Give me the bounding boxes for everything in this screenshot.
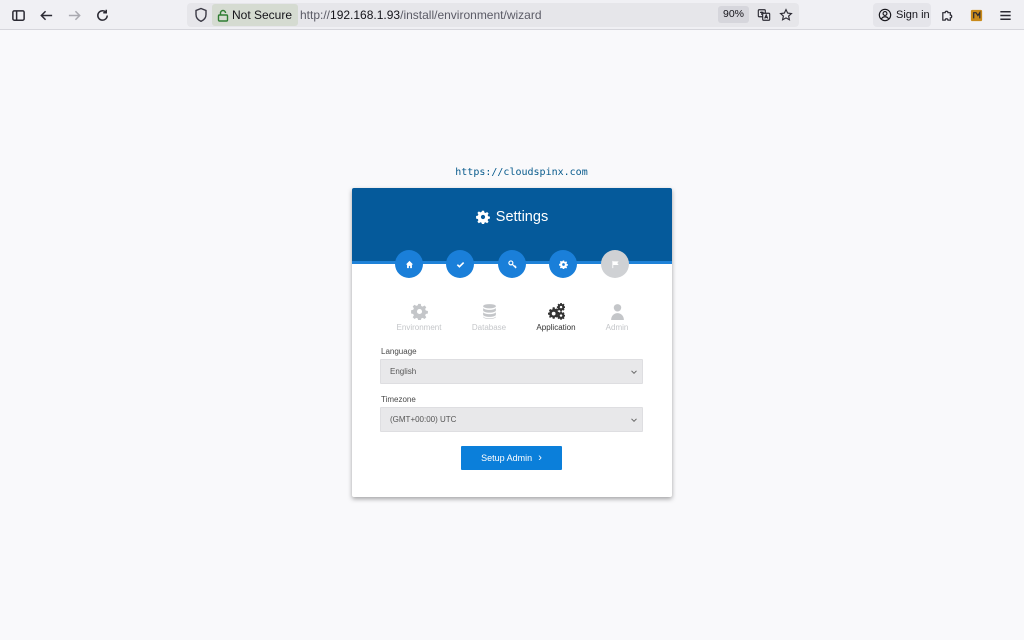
user-icon <box>610 303 624 320</box>
step-finish <box>601 250 629 278</box>
step-settings <box>549 250 577 278</box>
language-value: English <box>390 367 417 376</box>
tab-database[interactable]: Database <box>453 301 525 332</box>
url-path: /install/environment/wizard <box>400 8 542 22</box>
watermark-text: https://cloudspinx.com <box>455 167 588 178</box>
timezone-value: (GMT+00:00) UTC <box>390 415 457 424</box>
extensions-icon[interactable] <box>937 5 957 25</box>
tab-label: Database <box>471 323 507 332</box>
tracking-protection-icon[interactable] <box>193 7 209 23</box>
step-permissions <box>498 250 526 278</box>
flag-icon <box>611 260 619 268</box>
security-label: Not Secure <box>232 8 293 22</box>
gear-icon <box>558 259 568 269</box>
setup-admin-label: Setup Admin <box>481 453 533 463</box>
setup-admin-button[interactable]: Setup Admin › <box>461 446 562 470</box>
tab-environment[interactable]: Environment <box>383 301 455 332</box>
chevron-down-icon <box>631 370 637 375</box>
bookmark-star-icon[interactable] <box>778 7 794 23</box>
gear-icon <box>410 303 428 320</box>
translate-icon[interactable] <box>756 7 772 23</box>
url-text[interactable]: http://192.168.1.93/install/environment/… <box>300 8 542 22</box>
extension-addon-icon[interactable] <box>966 5 986 25</box>
reload-icon[interactable] <box>92 5 112 25</box>
menu-icon[interactable] <box>995 5 1015 25</box>
security-indicator[interactable]: Not Secure <box>212 4 299 26</box>
database-icon <box>482 303 496 319</box>
chevron-down-icon <box>631 418 637 423</box>
key-icon <box>507 259 517 269</box>
step-requirements <box>446 250 474 278</box>
card-title: Settings <box>352 209 672 225</box>
address-bar[interactable]: Not Secure http://192.168.1.93/install/e… <box>187 3 799 27</box>
gear-icon <box>475 210 490 224</box>
language-label: Language <box>381 347 417 356</box>
timezone-label: Timezone <box>381 395 416 404</box>
browser-toolbar: Not Secure http://192.168.1.93/install/e… <box>0 0 1024 30</box>
url-host: 192.168.1.93 <box>330 8 401 22</box>
account-icon <box>878 8 892 22</box>
card-title-text: Settings <box>495 209 549 225</box>
sidebar-toggle-icon[interactable] <box>8 5 28 25</box>
zoom-level-badge[interactable]: 90% <box>718 6 750 23</box>
sign-in-label: Sign in <box>896 9 930 21</box>
check-icon <box>456 261 464 268</box>
gears-icon <box>547 302 565 320</box>
sign-in-button[interactable]: Sign in <box>873 3 931 27</box>
unlocked-lock-icon <box>217 9 229 22</box>
tab-label: Environment <box>396 323 442 332</box>
tab-label: Application <box>536 323 576 332</box>
back-icon[interactable] <box>36 5 56 25</box>
language-select[interactable]: English <box>380 359 643 384</box>
step-home <box>395 250 423 278</box>
tab-admin[interactable]: Admin <box>581 301 653 332</box>
install-wizard-card: Settings Environment Database Applicatio… <box>352 188 672 497</box>
forward-icon[interactable] <box>64 5 84 25</box>
url-scheme: http:// <box>300 8 331 22</box>
tab-label: Admin <box>605 323 629 332</box>
home-icon <box>405 260 413 268</box>
chevron-right-icon: › <box>538 451 542 464</box>
timezone-select[interactable]: (GMT+00:00) UTC <box>380 407 643 432</box>
